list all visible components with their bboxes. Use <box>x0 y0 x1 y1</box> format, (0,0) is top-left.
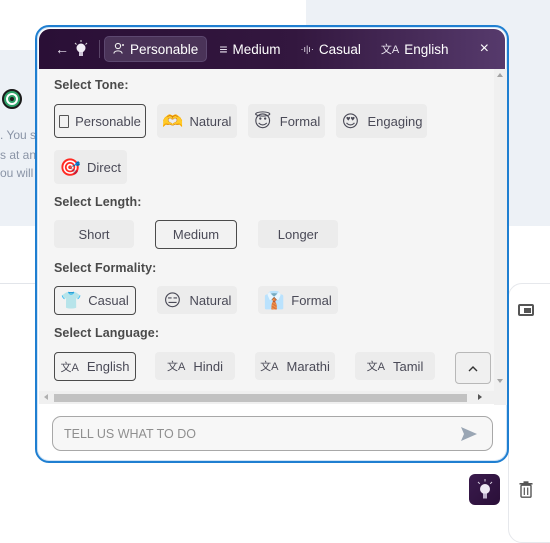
background-text-line: . You s <box>0 128 37 142</box>
formality-option-natural[interactable]: 😑 Natural <box>157 286 237 314</box>
collapse-button[interactable] <box>455 352 491 384</box>
scroll-down-arrow-icon[interactable] <box>497 379 503 383</box>
tone-option-formal[interactable]: 😇 Formal <box>248 104 325 138</box>
translate-icon: 文A <box>167 361 186 373</box>
translate-icon: 文A <box>260 361 279 373</box>
scroll-up-arrow-icon[interactable] <box>497 73 503 77</box>
heart-hands-icon: 🫶 <box>161 111 184 131</box>
heart-eyes-icon: 😍 <box>341 111 360 131</box>
divider <box>0 283 36 284</box>
option-label: Personable <box>75 113 141 129</box>
length-section-label: Select Length: <box>54 195 142 209</box>
option-label: Hindi <box>193 358 223 374</box>
option-label: Direct <box>87 159 121 175</box>
expressionless-face-icon: 😑 <box>163 290 182 310</box>
lines-icon: ≡ <box>219 41 228 57</box>
language-section-label: Select Language: <box>54 326 160 340</box>
tone-option-engaging[interactable]: 😍 Engaging <box>336 104 427 138</box>
translate-icon: 文A <box>380 44 400 56</box>
length-option-medium[interactable]: Medium <box>155 220 237 249</box>
background-text-line: s at an <box>0 148 37 162</box>
necktie-icon: 👔 <box>263 290 285 310</box>
waveform-icon: ·ı|ı· <box>300 44 314 54</box>
language-option-marathi[interactable]: 文A Marathi <box>255 352 335 380</box>
header-chip-tone[interactable]: Personable <box>104 36 208 62</box>
tone-settings-popup: ← Personable ≡ Medium ·ı|ı· Casual 文A En… <box>35 25 509 463</box>
header-chip-label: Medium <box>232 41 281 57</box>
popup-header: ← Personable ≡ Medium ·ı|ı· Casual 文A En… <box>39 29 505 69</box>
option-label: Marathi <box>286 358 330 374</box>
tshirt-icon: 👕 <box>60 291 82 310</box>
trash-icon[interactable] <box>519 481 533 498</box>
header-chip-length[interactable]: ≡ Medium <box>211 36 288 62</box>
vertical-scrollbar[interactable] <box>494 69 507 405</box>
formality-option-formal[interactable]: 👔 Formal <box>258 286 338 314</box>
horizontal-scrollbar-thumb[interactable] <box>54 394 467 402</box>
prompt-input[interactable] <box>53 417 460 450</box>
option-label: Engaging <box>367 113 423 129</box>
option-label: Tamil <box>393 358 424 374</box>
back-arrow-icon[interactable]: ← <box>55 41 69 57</box>
horizontal-scrollbar[interactable] <box>39 391 494 404</box>
tone-option-personable[interactable]: Personable <box>54 104 146 138</box>
header-chip-language[interactable]: 文A English <box>373 36 457 62</box>
send-icon[interactable] <box>460 426 478 442</box>
prompt-input-container <box>52 416 493 451</box>
option-label: Natural <box>189 292 232 308</box>
formality-section-label: Select Formality: <box>54 261 157 275</box>
background-text-line: ou will <box>0 166 34 180</box>
scroll-left-arrow-icon[interactable] <box>44 394 48 400</box>
option-label: Casual <box>88 293 129 308</box>
header-chip-formality[interactable]: ·ı|ı· Casual <box>293 36 369 62</box>
tone-option-direct[interactable]: 🎯 Direct <box>54 150 127 184</box>
translate-icon: 文A <box>60 361 79 374</box>
chevron-up-icon <box>468 365 478 371</box>
header-separator <box>99 40 100 58</box>
option-label: Formal <box>279 113 321 129</box>
scroll-right-arrow-icon[interactable] <box>478 394 482 400</box>
option-label: Natural <box>189 113 232 129</box>
language-option-english[interactable]: 文A English <box>54 352 136 381</box>
length-option-short[interactable]: Short <box>54 220 134 248</box>
target-icon: 🎯 <box>59 157 81 177</box>
option-label: Longer <box>277 226 319 242</box>
lightbulb-icon <box>73 40 89 58</box>
close-icon[interactable]: × <box>480 40 489 58</box>
picture-in-picture-icon[interactable] <box>518 304 534 316</box>
missing-glyph-icon <box>59 114 70 128</box>
language-option-tamil[interactable]: 文A Tamil <box>355 352 435 380</box>
formality-option-casual[interactable]: 👕 Casual <box>54 286 136 315</box>
header-chip-label: English <box>404 41 449 57</box>
assistant-launcher-button[interactable] <box>469 474 500 505</box>
option-label: Short <box>78 226 110 242</box>
tone-section-label: Select Tone: <box>54 78 129 92</box>
length-option-longer[interactable]: Longer <box>258 220 338 248</box>
option-label: Formal <box>291 292 332 308</box>
background-side-card <box>508 283 550 543</box>
language-option-hindi[interactable]: 文A Hindi <box>155 352 235 380</box>
lightbulb-icon <box>477 478 492 498</box>
options-scroll-area: Select Tone: Personable 🫶 Natural 😇 Form… <box>39 69 494 391</box>
header-chip-label: Casual <box>318 41 361 57</box>
person-icon <box>113 42 125 57</box>
halo-face-icon: 😇 <box>253 111 272 131</box>
tone-option-natural[interactable]: 🫶 Natural <box>157 104 237 138</box>
target-icon <box>2 89 22 109</box>
option-label: Medium <box>172 227 220 242</box>
translate-icon: 文A <box>366 361 385 373</box>
header-chip-label: Personable <box>130 41 199 57</box>
option-label: English <box>86 359 130 374</box>
